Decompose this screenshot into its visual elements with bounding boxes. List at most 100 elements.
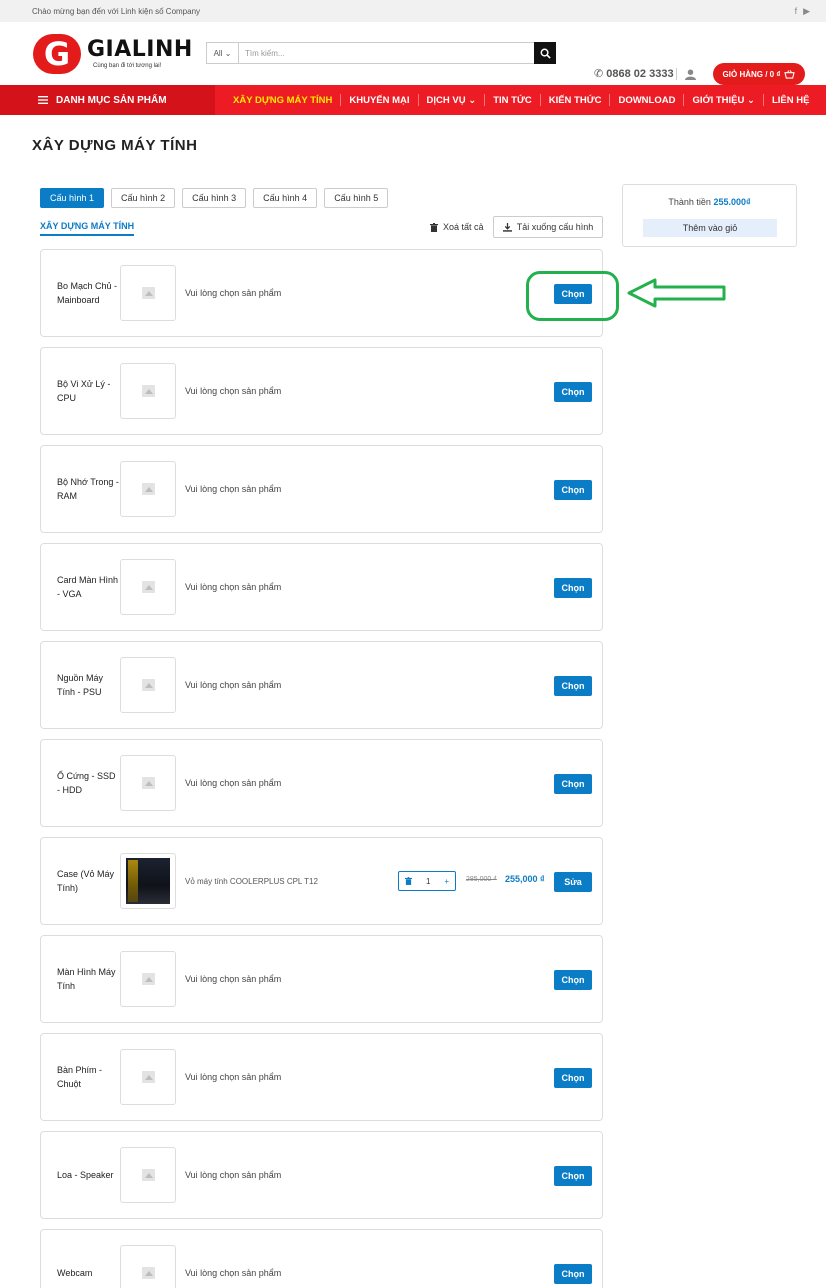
cart-label: GIỎ HÀNG / 0 ₫ — [722, 69, 781, 79]
image-placeholder-icon — [141, 1071, 155, 1083]
component-hint: Vui lòng chọn sản phẩm — [185, 974, 282, 984]
component-row-psu: Nguồn Máy Tính - PSU Vui lòng chọn sản p… — [40, 641, 603, 729]
choose-vga-button[interactable]: Chọn — [554, 578, 592, 598]
component-thumbnail — [120, 559, 176, 615]
component-hint: Vui lòng chọn sản phẩm — [185, 680, 282, 690]
image-placeholder-icon — [141, 973, 155, 985]
search-input[interactable]: Tìm kiếm... — [239, 43, 534, 63]
component-row-webcam: Webcam Vui lòng chọn sản phẩm Chọn — [40, 1229, 603, 1288]
component-row-cpu: Bộ Vi Xử Lý - CPU Vui lòng chọn sản phẩm… — [40, 347, 603, 435]
header-divider — [676, 68, 677, 80]
add-to-cart-button[interactable]: Thêm vào giỏ — [643, 219, 777, 237]
social-links: f ▶ — [795, 6, 810, 17]
category-menu-button[interactable]: DANH MỤC SẢN PHẨM — [0, 85, 215, 115]
component-row-keyboard-mouse: Bàn Phím - Chuột Vui lòng chọn sản phẩm … — [40, 1033, 603, 1121]
logo-slogan: Cùng bạn đi tới tương lai! — [93, 62, 162, 69]
summary-box: Thành tiền 255.000₫ Thêm vào giỏ — [622, 184, 797, 247]
component-thumbnail — [120, 363, 176, 419]
total-label: Thành tiền — [668, 197, 711, 207]
image-placeholder-icon — [141, 777, 155, 789]
page-title: XÂY DỰNG MÁY TÍNH — [32, 137, 198, 154]
tab-config-1[interactable]: Cấu hình 1 — [40, 188, 105, 208]
component-hint: Vui lòng chọn sản phẩm — [185, 1072, 282, 1082]
component-label: Ổ Cứng - SSD - HDD — [57, 771, 116, 795]
choose-speaker-button[interactable]: Chọn — [554, 1166, 592, 1186]
component-thumbnail — [120, 1245, 176, 1288]
nav-link-contact[interactable]: LIÊN HỆ — [764, 95, 817, 106]
site-header: G GIALINH Cùng bạn đi tới tương lai! All… — [0, 22, 826, 85]
logo[interactable]: G GIALINH Cùng bạn đi tới tương lai! — [33, 33, 193, 74]
choose-cpu-button[interactable]: Chọn — [554, 382, 592, 402]
hotline[interactable]: ✆ 0868 02 3333 — [594, 67, 674, 80]
tab-config-3[interactable]: Cấu hình 3 — [182, 188, 247, 208]
config-tabs: Cấu hình 1 Cấu hình 2 Cấu hình 3 Cấu hìn… — [40, 188, 389, 208]
tab-config-4[interactable]: Cấu hình 4 — [253, 188, 318, 208]
nav-link-about[interactable]: GIỚI THIỆU ⌄ — [684, 95, 763, 106]
nav-links: XÂY DỰNG MÁY TÍNH KHUYẾN MẠI DỊCH VỤ ⌄ T… — [215, 94, 817, 106]
image-placeholder-icon — [141, 581, 155, 593]
youtube-icon[interactable]: ▶ — [803, 6, 810, 17]
component-label: Màn Hình Máy Tính — [57, 967, 116, 991]
clear-all-label: Xoá tất cả — [443, 222, 484, 232]
component-row-mainboard: Bo Mạch Chủ - Mainboard Vui lòng chọn sả… — [40, 249, 603, 337]
nav-link-download[interactable]: DOWNLOAD — [610, 95, 683, 106]
component-thumbnail — [120, 1147, 176, 1203]
search-bar: All ⌄ Tìm kiếm... — [206, 42, 556, 64]
component-hint: Vui lòng chọn sản phẩm — [185, 1170, 282, 1180]
component-thumbnail[interactable] — [120, 853, 176, 909]
component-thumbnail — [120, 755, 176, 811]
quantity-stepper: 1 + — [398, 871, 456, 891]
edit-case-button[interactable]: Sửa — [554, 872, 592, 892]
case-product-image — [126, 858, 170, 904]
nav-link-promotions[interactable]: KHUYẾN MẠI — [341, 95, 417, 106]
component-hint: Vui lòng chọn sản phẩm — [185, 288, 282, 298]
component-label: Card Màn Hình - VGA — [57, 575, 119, 599]
cart-button[interactable]: GIỎ HÀNG / 0 ₫ — [713, 63, 805, 85]
component-row-monitor: Màn Hình Máy Tính Vui lòng chọn sản phẩm… — [40, 935, 603, 1023]
search-icon — [540, 48, 551, 59]
image-placeholder-icon — [141, 385, 155, 397]
new-price: 255,000 ₫ — [505, 874, 545, 884]
component-row-storage: Ổ Cứng - SSD - HDD Vui lòng chọn sản phẩ… — [40, 739, 603, 827]
main-nav: DANH MỤC SẢN PHẨM XÂY DỰNG MÁY TÍNH KHUY… — [0, 85, 826, 115]
choose-ram-button[interactable]: Chọn — [554, 480, 592, 500]
component-thumbnail — [120, 951, 176, 1007]
choose-storage-button[interactable]: Chọn — [554, 774, 592, 794]
total-value: 255.000₫ — [713, 197, 751, 207]
component-row-ram: Bộ Nhớ Trong - RAM Vui lòng chọn sản phẩ… — [40, 445, 603, 533]
download-icon — [502, 222, 512, 232]
tab-config-5[interactable]: Cấu hình 5 — [324, 188, 389, 208]
image-placeholder-icon — [141, 287, 155, 299]
plus-icon[interactable]: + — [444, 877, 449, 886]
nav-link-knowledge[interactable]: KIẾN THỨC — [541, 95, 610, 106]
component-hint: Vui lòng chọn sản phẩm — [185, 1268, 282, 1278]
image-placeholder-icon — [141, 1267, 155, 1279]
choose-psu-button[interactable]: Chọn — [554, 676, 592, 696]
nav-link-news[interactable]: TIN TỨC — [485, 95, 540, 106]
choose-monitor-button[interactable]: Chọn — [554, 970, 592, 990]
clear-all-button[interactable]: Xoá tất cả — [430, 222, 484, 232]
basket-icon — [784, 69, 796, 79]
total-price: Thành tiền 255.000₫ — [623, 197, 796, 207]
choose-webcam-button[interactable]: Chọn — [554, 1264, 592, 1284]
selected-product-name[interactable]: Vỏ máy tính COOLERPLUS CPL T12 — [185, 838, 318, 924]
component-list: Bo Mạch Chủ - Mainboard Vui lòng chọn sả… — [40, 249, 603, 1288]
component-hint: Vui lòng chọn sản phẩm — [185, 582, 282, 592]
trash-icon — [430, 222, 438, 232]
choose-keyboard-mouse-button[interactable]: Chọn — [554, 1068, 592, 1088]
old-price: 285,000 ₫ — [466, 876, 497, 883]
search-category-select[interactable]: All ⌄ — [207, 43, 239, 63]
download-config-button[interactable]: Tải xuống cấu hình — [493, 216, 603, 238]
user-icon[interactable] — [685, 69, 696, 80]
component-label: Bo Mạch Chủ - Mainboard — [57, 281, 118, 305]
download-config-label: Tải xuống cấu hình — [516, 222, 594, 232]
quantity-value[interactable]: 1 — [426, 877, 430, 886]
search-button[interactable] — [534, 42, 556, 64]
component-thumbnail — [120, 461, 176, 517]
nav-link-build-pc[interactable]: XÂY DỰNG MÁY TÍNH — [225, 95, 340, 106]
nav-link-services[interactable]: DỊCH VỤ ⌄ — [419, 95, 485, 106]
trash-icon[interactable] — [405, 877, 412, 885]
facebook-icon[interactable]: f — [795, 6, 798, 17]
tab-config-2[interactable]: Cấu hình 2 — [111, 188, 176, 208]
logo-name: GIALINH — [87, 36, 193, 62]
